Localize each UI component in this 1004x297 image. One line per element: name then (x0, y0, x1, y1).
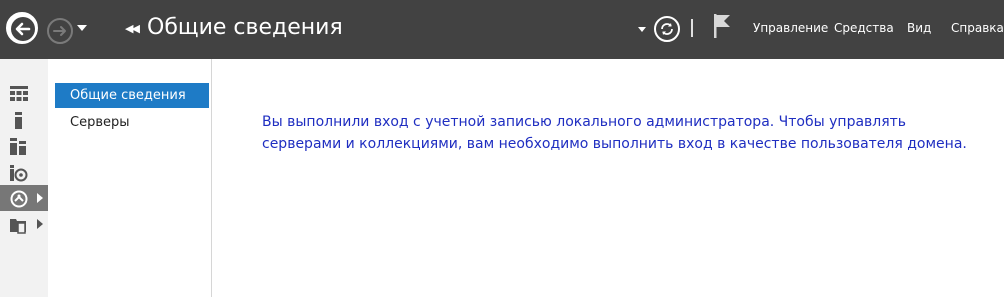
file-storage-icon (10, 165, 28, 182)
message-line-1: Вы выполнили вход с учетной записью лока… (262, 114, 907, 130)
toolbar-divider (691, 19, 693, 37)
expand-arrow-icon[interactable] (37, 219, 43, 229)
rail-item-file-services[interactable] (0, 211, 48, 237)
back-arrow-icon (11, 17, 35, 41)
main-content: Вы выполнили вход с учетной записью лока… (212, 59, 1004, 297)
flag-icon (714, 14, 730, 38)
refresh-dropdown-icon[interactable] (638, 27, 646, 32)
refresh-button[interactable] (654, 16, 680, 42)
subnav-panel: Общие сведения Серверы (49, 59, 212, 297)
menu-tools[interactable]: Средства (834, 21, 894, 35)
breadcrumb-arrows-icon[interactable]: ◀◀ (125, 22, 140, 35)
history-dropdown-icon[interactable] (77, 25, 87, 31)
forward-arrow-icon (53, 26, 66, 36)
navigation-rail (0, 59, 48, 297)
panel-item-overview[interactable]: Общие сведения (55, 83, 209, 108)
message-line-2: серверами и коллекциями, вам необходимо … (262, 136, 967, 152)
rail-item-local-server[interactable] (0, 107, 48, 133)
domain-login-message: Вы выполнили вход с учетной записью лока… (262, 111, 982, 155)
server-manager-window: ◀◀ Общие сведения Управление Средства Ви… (0, 0, 1004, 297)
forward-button[interactable] (47, 18, 73, 44)
top-bar: ◀◀ Общие сведения Управление Средства Ви… (0, 0, 1004, 59)
menu-view[interactable]: Вид (907, 21, 931, 35)
dashboard-icon (10, 86, 28, 101)
remote-desktop-services-icon (10, 190, 28, 208)
rail-item-dashboard[interactable] (0, 81, 48, 107)
all-servers-icon (10, 138, 26, 155)
expand-arrow-icon[interactable] (37, 193, 43, 203)
notifications-button[interactable] (712, 13, 732, 43)
panel-item-servers[interactable]: Серверы (55, 110, 209, 135)
local-server-icon (15, 112, 22, 129)
menu-manage[interactable]: Управление (753, 21, 828, 35)
refresh-icon (661, 23, 673, 35)
rail-item-all-servers[interactable] (0, 133, 48, 159)
page-title: Общие сведения (147, 15, 343, 40)
menu-help[interactable]: Справка (951, 21, 1004, 35)
file-services-icon (10, 219, 26, 234)
rail-item-remote-desktop-services[interactable] (0, 185, 48, 211)
back-button[interactable] (6, 12, 38, 44)
rail-item-file-storage[interactable] (0, 159, 48, 185)
